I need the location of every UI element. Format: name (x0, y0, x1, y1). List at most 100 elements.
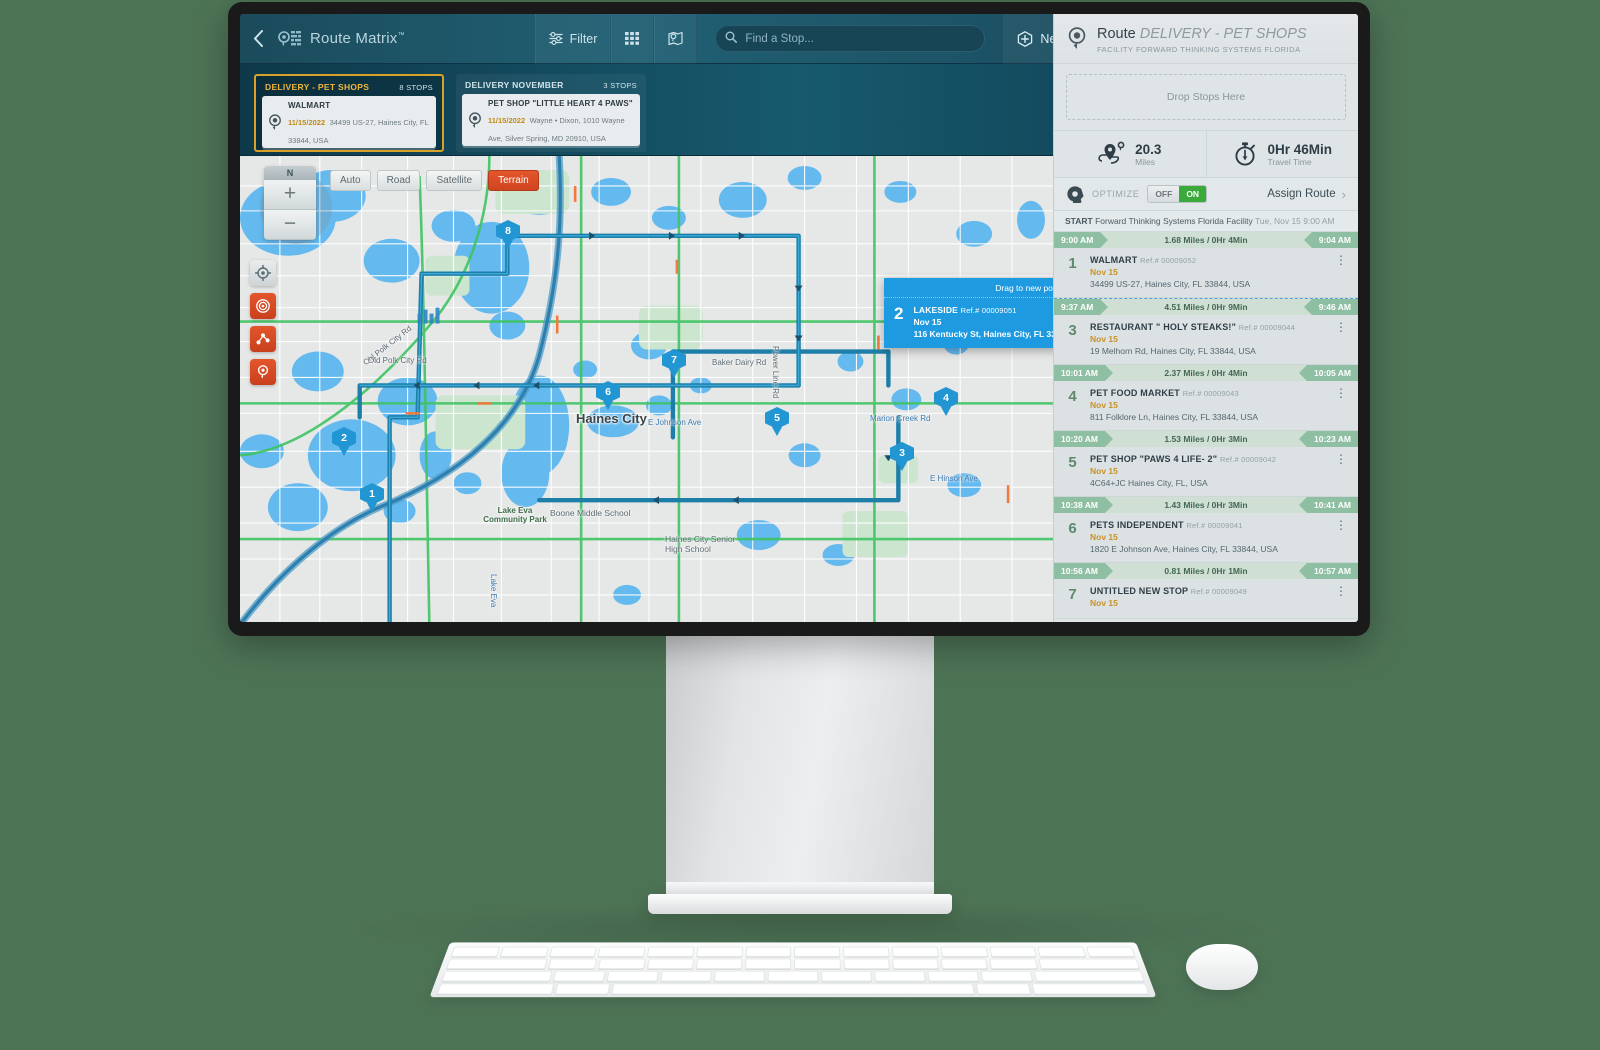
map-marker-number: 7 (662, 349, 686, 371)
map-type-satellite[interactable]: Satellite (426, 170, 483, 191)
stop-row-4[interactable]: 4 PET FOOD MARKET Ref.# 00009043 Nov 15 … (1054, 381, 1358, 431)
compass-north-label: N (264, 166, 316, 180)
key (980, 970, 1033, 982)
brand[interactable]: Route Matrix™ (276, 14, 423, 64)
stop-row-menu-icon[interactable]: ⋮ (1335, 586, 1347, 597)
stop-row-ref: Ref.# 00009041 (1186, 521, 1243, 530)
map-poi-haines-city-senior-high-school: Haines City Senior High School (665, 534, 736, 554)
assign-route-label: Assign Route (1267, 188, 1336, 200)
stop-row-name: UNTITLED NEW STOP (1090, 586, 1189, 596)
drag-stop-popup[interactable]: Drag to new position 2 LAKESIDE Ref.# 00… (884, 278, 1053, 348)
panel-title: Route DELIVERY - PET SHOPS (1097, 26, 1307, 42)
route-matrix-logo-icon (278, 30, 301, 46)
map-poi-e-johnson-ave: E Johnson Ave (648, 418, 702, 427)
stop-row-menu-icon[interactable]: ⋮ (1335, 388, 1347, 399)
stop-row-7[interactable]: 7 UNTITLED NEW STOP Ref.# 00009049 Nov 1… (1054, 579, 1358, 619)
key (441, 970, 553, 982)
leg-end-time: 9:04 AM (1303, 232, 1358, 248)
route-card-delivery-november[interactable]: DELIVERY NOVEMBER 3 STOPS PET SHOP "LITT… (456, 74, 646, 152)
drag-popup-ref: Ref.# 00009051 (960, 306, 1017, 315)
stop-row-3[interactable]: 3 RESTAURANT " HOLY STEAKS!" Ref.# 00009… (1054, 315, 1358, 365)
map-type-switch: Auto Road Satellite Terrain (330, 170, 539, 191)
key (646, 958, 695, 969)
leg-end-time: 10:23 AM (1298, 431, 1358, 447)
key (1037, 946, 1087, 957)
zoom-out-button[interactable]: − (264, 210, 316, 240)
leg-start-time: 10:01 AM (1054, 365, 1114, 381)
leg-end-time: 10:57 AM (1298, 563, 1358, 579)
map-type-auto[interactable]: Auto (330, 170, 371, 191)
recenter-button[interactable] (250, 260, 276, 286)
route-start-row: START Forward Thinking Systems Florida F… (1054, 211, 1358, 232)
key (873, 970, 926, 982)
chevron-left-icon (253, 30, 263, 47)
route-card-title: DELIVERY - PET SHOPS (265, 82, 370, 92)
drag-popup-hint: Drag to new position (884, 278, 1053, 298)
search-input[interactable] (715, 25, 986, 52)
optimize-toggle-off[interactable]: OFF (1148, 186, 1180, 202)
map-marker-2[interactable]: 2 (332, 427, 356, 456)
map-marker-8[interactable]: 8 (496, 220, 520, 249)
stop-row-number: 4 (1068, 388, 1077, 405)
stop-row-address: 4C64+JC Haines City, FL, USA (1090, 478, 1208, 488)
route-pin-icon (1098, 141, 1125, 164)
map-marker-4[interactable]: 4 (934, 387, 958, 416)
stop-row-number: 1 (1068, 255, 1077, 272)
stop-row-5[interactable]: 5 PET SHOP "PAWS 4 LIFE- 2" Ref.# 000090… (1054, 447, 1358, 497)
assign-route-button[interactable]: Assign Route › (1267, 187, 1346, 202)
map-marker-number: 1 (360, 483, 384, 505)
optimize-toggle[interactable]: OFF ON (1147, 185, 1208, 203)
map-marker-6[interactable]: 6 (596, 381, 620, 410)
map-marker-3[interactable]: 3 (890, 442, 914, 471)
stop-row-menu-icon[interactable]: ⋮ (1335, 255, 1347, 266)
stop-row-number: 6 (1068, 520, 1077, 537)
leg-end-time: 10:41 AM (1298, 497, 1358, 513)
map-background (240, 156, 1053, 622)
mouse[interactable] (1186, 944, 1258, 990)
filter-button[interactable]: Filter (534, 14, 612, 64)
stop-row-menu-icon[interactable]: ⋮ (1335, 454, 1347, 465)
key (553, 970, 606, 982)
stat-miles-text: 20.3 Miles (1135, 142, 1161, 167)
leg-bar-2: 9:37 AM 4.51 Miles / 0Hr 9Min 9:46 AM (1054, 299, 1358, 315)
route-card-stop-meta: 11/15/2022 Wayne • Dixon, 1010 Wayne Ave… (488, 110, 634, 146)
keyboard[interactable] (429, 942, 1157, 998)
filter-label: Filter (569, 31, 598, 46)
route-card-preview-stop[interactable]: PET SHOP "LITTLE HEART 4 PAWS" 11/15/202… (462, 94, 640, 146)
key (696, 946, 743, 957)
map-poi-old-polk-city-rd-2: Old Polk City Rd (368, 356, 427, 365)
map-layers-button[interactable] (654, 14, 698, 64)
connect-stops-tool-button[interactable] (250, 326, 276, 352)
optimize-toggle-on[interactable]: ON (1179, 186, 1207, 202)
map-marker-number: 4 (934, 387, 958, 409)
monitor-bezel: Route Matrix™ Filter Find a Stop... DELI… (228, 2, 1370, 636)
gear-icon[interactable] (1066, 185, 1084, 203)
key (647, 946, 695, 957)
map-type-road[interactable]: Road (376, 170, 421, 191)
map-marker-7[interactable]: 7 (662, 349, 686, 378)
map-marker-5[interactable]: 5 (765, 407, 789, 436)
leg-start-time: 9:00 AM (1054, 232, 1109, 248)
back-button[interactable] (240, 14, 276, 64)
map-type-terrain[interactable]: Terrain (488, 170, 539, 191)
monitor-stand-neck (666, 636, 934, 898)
drop-stops-zone[interactable]: Drop Stops Here (1066, 74, 1346, 120)
radius-tool-button[interactable] (250, 293, 276, 319)
stop-row-menu-icon[interactable]: ⋮ (1335, 520, 1347, 531)
map-poi-marion-creek-rd: Marion Creek Rd (870, 414, 931, 423)
stop-row-6[interactable]: 6 PETS INDEPENDENT Ref.# 00009041 Nov 15… (1054, 513, 1358, 563)
grid-view-button[interactable] (611, 14, 655, 64)
start-label: START (1065, 216, 1093, 226)
map-canvas[interactable]: Auto Road Satellite Terrain N + − Haines… (240, 156, 1053, 622)
stop-row-text: PET SHOP "PAWS 4 LIFE- 2" Ref.# 00009042… (1090, 454, 1276, 488)
route-card-preview-stop[interactable]: WALMART 11/15/2022 34499 US-27, Haines C… (262, 96, 436, 148)
zoom-in-button[interactable]: + (264, 180, 316, 210)
route-card-stop-name: WALMART (288, 101, 331, 110)
add-pin-tool-button[interactable] (250, 359, 276, 385)
stop-row-1[interactable]: 1 WALMART Ref.# 00009052 Nov 15 34499 US… (1054, 248, 1358, 298)
map-marker-1[interactable]: 1 (360, 483, 384, 512)
key (989, 958, 1038, 969)
route-card-delivery-pet-shops[interactable]: DELIVERY - PET SHOPS 8 STOPS WALMART 11/… (254, 74, 444, 152)
stop-row-menu-icon[interactable]: ⋮ (1335, 322, 1347, 333)
key (940, 958, 989, 969)
